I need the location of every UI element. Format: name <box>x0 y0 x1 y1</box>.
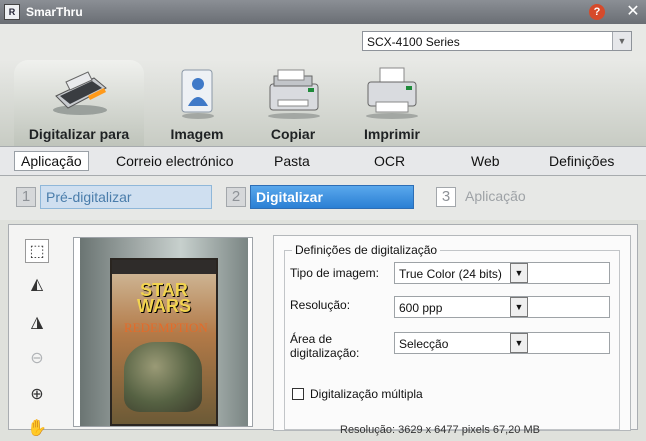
tab-image[interactable]: Imagem <box>152 60 242 146</box>
subtab-email[interactable]: Correio electrónico <box>116 153 234 169</box>
subtab-web[interactable]: Web <box>471 153 500 169</box>
step-label: Aplicação <box>465 188 526 204</box>
subtab-settings[interactable]: Definições <box>549 153 614 169</box>
image-person-icon <box>181 69 214 119</box>
help-icon[interactable]: ? <box>589 4 605 20</box>
close-icon[interactable]: ✕ <box>624 3 642 21</box>
step-prescan[interactable]: 1 Pré-digitalizar <box>16 185 212 211</box>
step-scan[interactable]: 2 Digitalizar <box>226 185 422 211</box>
resolution-label: Resolução: <box>290 298 351 312</box>
preview-image: STAR WARS REDEMPTION <box>110 258 218 426</box>
resolution-value: 600 ppp <box>399 301 443 315</box>
flip-horizontal-icon[interactable]: ◭ <box>25 273 49 297</box>
scan-settings-panel: Definições de digitalização Tipo de imag… <box>273 235 631 436</box>
scan-info-text: Resolução: 3629 x 6477 pixels 67,20 MB <box>340 424 540 436</box>
step-label: Pré-digitalizar <box>40 185 212 209</box>
cover-subtitle: REDEMPTION <box>124 320 208 335</box>
window-title: SmarThru <box>26 5 83 19</box>
image-type-label: Tipo de imagem: <box>290 266 379 280</box>
tab-copy-label: Copiar <box>270 126 316 142</box>
resolution-select[interactable]: 600 ppp <box>394 296 610 318</box>
tab-scan-to[interactable]: Digitalizar para <box>14 60 144 146</box>
chevron-down-icon[interactable]: ▼ <box>510 297 528 317</box>
scan-panel: ⬚ ◭ ◮ ⊖ ⊕ ✋ STAR WARS REDEMPTION Definiç… <box>8 224 638 437</box>
step-bar: 1 Pré-digitalizar 2 Digitalizar 3 Aplica… <box>0 176 646 220</box>
zoom-out-icon[interactable]: ⊖ <box>25 347 49 371</box>
cover-title: STAR WARS <box>137 280 191 316</box>
tab-copy[interactable]: Copiar <box>248 60 338 146</box>
chevron-down-icon[interactable]: ▼ <box>612 32 631 50</box>
subtab-application[interactable]: Aplicação <box>14 151 89 171</box>
scan-area-value: Selecção <box>399 337 449 351</box>
destination-tabs: Aplicação Correio electrónico Pasta OCR … <box>0 146 646 176</box>
image-type-select[interactable]: True Color (24 bits) <box>394 262 610 284</box>
step-label: Digitalizar <box>250 185 414 209</box>
tab-print[interactable]: Imprimir <box>344 60 440 146</box>
tab-scan-to-label: Digitalizar para <box>28 126 130 142</box>
chevron-down-icon[interactable]: ▼ <box>510 333 528 353</box>
chevron-down-icon[interactable]: ▼ <box>510 263 528 283</box>
subtab-ocr[interactable]: OCR <box>374 153 405 169</box>
multiple-scan-label: Digitalização múltipla <box>310 387 423 401</box>
scan-area-label-line2: digitalização: <box>290 346 360 360</box>
device-select[interactable]: SCX-4100 Series ▼ <box>362 31 632 51</box>
cover-figure <box>124 342 202 412</box>
hand-icon[interactable]: ✋ <box>25 417 49 441</box>
select-area-icon[interactable]: ⬚ <box>25 239 49 263</box>
tab-image-label: Imagem <box>170 126 224 142</box>
subtab-folder[interactable]: Pasta <box>274 153 310 169</box>
step-number: 3 <box>436 187 456 207</box>
step-number: 1 <box>16 187 36 207</box>
app-logo-icon: R <box>4 4 20 20</box>
function-tabs: Digitalizar para Imagem Copiar Imprimir <box>0 60 646 146</box>
title-bar: R SmarThru ? ✕ <box>0 0 646 24</box>
flip-vertical-icon[interactable]: ◮ <box>25 311 49 335</box>
cover-banner <box>112 260 216 274</box>
zoom-in-icon[interactable]: ⊕ <box>25 383 49 407</box>
tab-print-label: Imprimir <box>363 126 420 142</box>
multiple-scan-checkbox[interactable] <box>292 388 304 400</box>
scanner-icon <box>53 71 107 115</box>
scan-preview[interactable]: STAR WARS REDEMPTION <box>73 237 253 427</box>
settings-legend: Definições de digitalização <box>292 243 441 257</box>
scan-area-select[interactable]: Selecção <box>394 332 610 354</box>
image-type-value: True Color (24 bits) <box>399 267 502 281</box>
copier-icon <box>268 69 320 119</box>
printer-icon <box>366 67 418 119</box>
scan-area-label-line1: Área de <box>290 332 333 346</box>
step-application: 3 Aplicação <box>436 185 556 211</box>
device-select-value: SCX-4100 Series <box>367 35 460 49</box>
step-number: 2 <box>226 187 246 207</box>
